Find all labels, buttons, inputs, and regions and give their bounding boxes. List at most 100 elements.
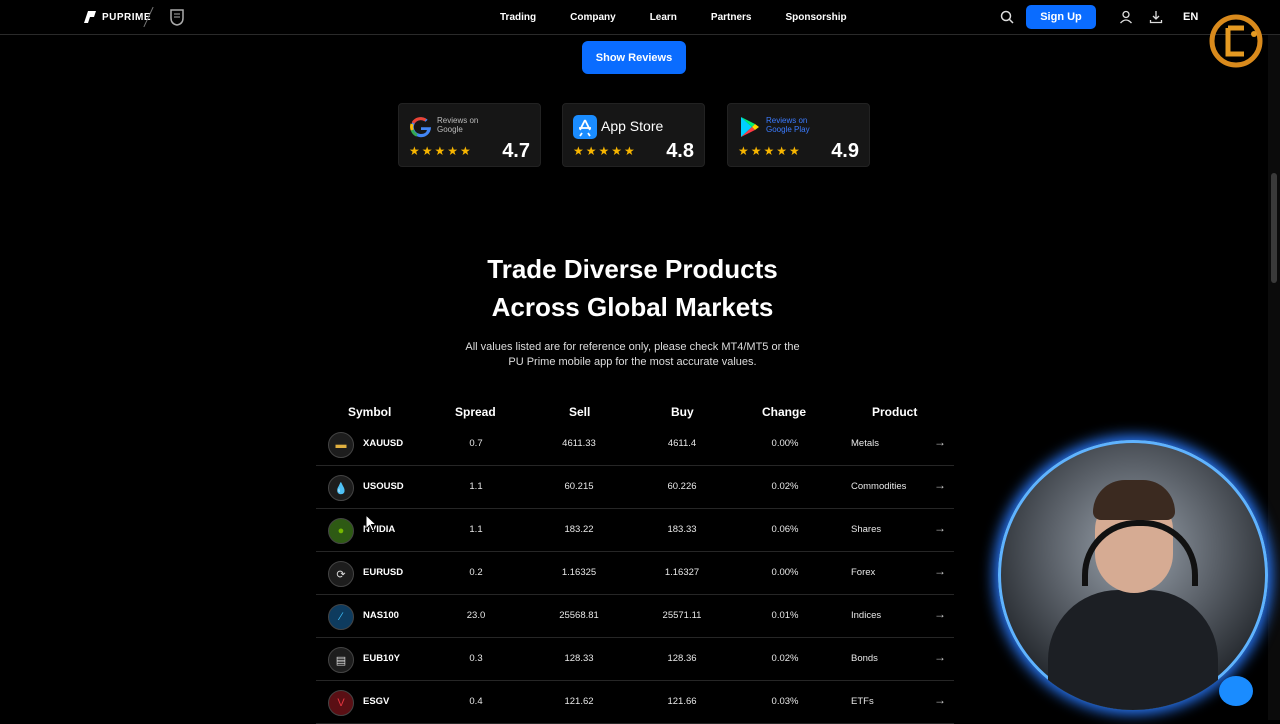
symbol-name: NAS100 <box>363 610 399 621</box>
table-row[interactable]: V ESGV 0.4 121.62 121.66 0.03% ETFs → <box>316 681 954 724</box>
presenter-body <box>1048 590 1218 710</box>
market-prices-table: Symbol Spread Sell Buy Change Product ▬ … <box>316 400 954 724</box>
change-value: 0.01% <box>771 610 799 621</box>
spread-value: 23.0 <box>466 610 486 621</box>
search-icon[interactable] <box>1000 10 1014 24</box>
column-header-buy: Buy <box>671 405 694 419</box>
star-rating: ★★★★★ <box>409 144 473 158</box>
change-value: 0.06% <box>771 524 799 535</box>
menu-item-company[interactable]: Company <box>570 12 616 23</box>
chat-icon[interactable] <box>1219 676 1253 706</box>
app-store-review-card[interactable]: App Store ★★★★★ 4.8 <box>562 103 705 167</box>
menu-item-learn[interactable]: Learn <box>650 12 677 23</box>
review-score: 4.9 <box>831 140 859 162</box>
puprime-logo-icon <box>84 11 96 23</box>
sell-price: 60.215 <box>564 481 594 492</box>
google-icon <box>410 117 431 138</box>
table-row[interactable]: 💧 USOUSD 1.1 60.215 60.226 0.02% Commodi… <box>316 466 954 509</box>
page-scrollbar[interactable] <box>1268 35 1280 720</box>
change-value: 0.00% <box>771 438 799 449</box>
table-row[interactable]: ⟳ EURUSD 0.2 1.16325 1.16327 0.00% Forex… <box>316 552 954 595</box>
star-rating: ★★★★★ <box>573 144 637 158</box>
sell-price: 121.62 <box>564 696 594 707</box>
menu-item-partners[interactable]: Partners <box>711 12 752 23</box>
webcam-overlay <box>998 440 1268 710</box>
review-source-label: App Store <box>601 118 664 134</box>
top-navigation: PUPRIME Trading Company Learn Partners S… <box>0 0 1280 35</box>
symbol-name: XAUUSD <box>363 438 404 449</box>
table-row[interactable]: ∕ NAS100 23.0 25568.81 25571.11 0.01% In… <box>316 595 954 638</box>
sell-price: 128.33 <box>564 653 594 664</box>
vanguard-logo-icon: V <box>328 690 354 716</box>
buy-price: 128.36 <box>667 653 697 664</box>
table-header: Symbol Spread Sell Buy Change Product <box>316 400 954 423</box>
arrow-right-icon[interactable]: → <box>934 607 946 621</box>
table-row[interactable]: ▤ EUB10Y 0.3 128.33 128.36 0.02% Bonds → <box>316 638 954 681</box>
arrow-right-icon[interactable]: → <box>934 521 946 535</box>
gold-bar-icon: ▬ <box>328 432 354 458</box>
symbol-name: EUB10Y <box>363 653 400 664</box>
download-icon[interactable] <box>1149 10 1163 24</box>
spread-value: 1.1 <box>469 524 483 535</box>
arrow-right-icon[interactable]: → <box>934 435 946 449</box>
menu-item-sponsorship[interactable]: Sponsorship <box>786 12 847 23</box>
review-score: 4.8 <box>666 140 694 162</box>
symbol-name: USOUSD <box>363 481 404 492</box>
product-category: Indices <box>851 610 882 621</box>
sell-price: 4611.33 <box>562 438 596 449</box>
scrollbar-thumb[interactable] <box>1271 173 1277 283</box>
section-subtitle: All values listed are for reference only… <box>0 340 1265 370</box>
buy-price: 183.33 <box>667 524 697 535</box>
nvidia-logo-icon: ● <box>328 518 354 544</box>
section-title: Trade Diverse Products Across Global Mar… <box>0 250 1265 326</box>
menu-item-trading[interactable]: Trading <box>500 12 536 23</box>
show-reviews-button[interactable]: Show Reviews <box>582 41 686 74</box>
column-header-symbol: Symbol <box>348 405 392 419</box>
review-source-label: Reviews on Google Play <box>766 116 810 134</box>
subtitle-line: All values listed are for reference only… <box>465 341 800 353</box>
product-category: Forex <box>851 567 876 578</box>
buy-price: 60.226 <box>667 481 697 492</box>
buy-price: 121.66 <box>667 696 697 707</box>
presenter-hair <box>1093 480 1175 520</box>
spread-value: 0.7 <box>469 438 483 449</box>
sell-price: 1.16325 <box>561 567 597 578</box>
sponsor-crest-icon[interactable] <box>169 8 185 26</box>
user-icon[interactable] <box>1119 10 1133 24</box>
change-value: 0.00% <box>771 567 799 578</box>
table-row[interactable]: ● NVIDIA 1.1 183.22 183.33 0.06% Shares … <box>316 509 954 552</box>
spread-value: 1.1 <box>469 481 483 492</box>
column-header-product: Product <box>872 405 918 419</box>
arrow-right-icon[interactable]: → <box>934 693 946 707</box>
spread-value: 0.3 <box>469 653 483 664</box>
mouse-cursor-icon <box>365 514 377 532</box>
arrow-right-icon[interactable]: → <box>934 478 946 492</box>
table-row[interactable]: ▬ XAUUSD 0.7 4611.33 4611.4 0.00% Metals… <box>316 423 954 466</box>
symbol-name: ESGV <box>363 696 390 707</box>
change-value: 0.02% <box>771 653 799 664</box>
review-source-label: Reviews on Google <box>437 116 479 134</box>
arrow-right-icon[interactable]: → <box>934 650 946 664</box>
review-score: 4.7 <box>502 140 530 162</box>
spread-value: 0.2 <box>469 567 483 578</box>
sell-price: 25568.81 <box>559 610 599 621</box>
google-review-card[interactable]: Reviews on Google ★★★★★ 4.7 <box>398 103 541 167</box>
channel-logo-icon <box>1209 14 1263 68</box>
section-title-line: Trade Diverse Products <box>487 254 778 284</box>
product-category: ETFs <box>851 696 874 707</box>
arrow-right-icon[interactable]: → <box>934 564 946 578</box>
spread-value: 0.4 <box>469 696 483 707</box>
symbol-name: EURUSD <box>363 567 404 578</box>
product-category: Metals <box>851 438 879 449</box>
product-category: Commodities <box>851 481 907 492</box>
buy-price: 4611.4 <box>667 438 697 449</box>
language-selector[interactable]: EN <box>1183 11 1198 23</box>
currency-exchange-icon: ⟳ <box>328 561 354 587</box>
sign-up-button[interactable]: Sign Up <box>1026 5 1096 29</box>
google-play-icon <box>741 117 759 137</box>
brand-logo[interactable]: PUPRIME <box>82 9 151 25</box>
sell-price: 183.22 <box>564 524 594 535</box>
google-play-review-card[interactable]: Reviews on Google Play ★★★★★ 4.9 <box>727 103 870 167</box>
subtitle-line: PU Prime mobile app for the most accurat… <box>508 356 757 368</box>
buy-price: 25571.11 <box>662 610 702 621</box>
